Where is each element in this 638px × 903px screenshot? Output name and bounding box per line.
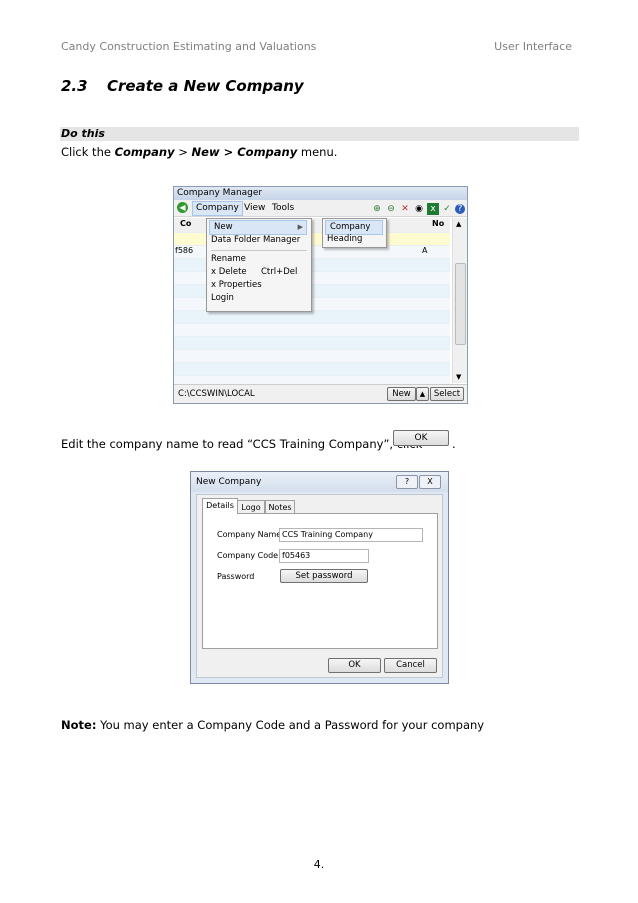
running-header-section: User Interface — [494, 40, 572, 53]
do-this-bar: Do this — [60, 127, 579, 141]
details-pane: Company Name CCS Training Company Compan… — [202, 513, 438, 649]
excel-icon[interactable]: x — [427, 203, 439, 215]
submenu-item-heading[interactable]: Heading — [323, 233, 362, 246]
menu-item-new-label: New — [214, 222, 233, 232]
section-number: 2.3 — [61, 77, 88, 95]
up-arrow-icon[interactable]: ▲ — [416, 387, 429, 401]
section-title: Create a New Company — [107, 77, 304, 95]
help-icon[interactable]: ? — [455, 204, 465, 214]
tab-details[interactable]: Details — [202, 498, 238, 514]
toolbar-icons: ⊕ ⊖ ✕ ◉ x ✓? — [369, 201, 465, 217]
table-row[interactable] — [174, 350, 450, 363]
company-code-input[interactable]: f05463 — [279, 549, 369, 563]
table-row[interactable] — [174, 337, 450, 350]
menu-tools[interactable]: Tools — [272, 200, 294, 216]
set-password-button[interactable]: Set password — [280, 569, 368, 583]
submenu-arrow-icon: ▶ — [297, 223, 303, 231]
select-button[interactable]: Select — [430, 387, 464, 401]
menu-item-rename[interactable]: Rename — [207, 253, 246, 266]
company-code-label: Company Code — [217, 551, 279, 560]
column-header-no[interactable]: No — [432, 219, 444, 228]
back-arrow-icon[interactable]: ◀ — [177, 202, 188, 213]
cancel-button[interactable]: Cancel — [384, 658, 437, 673]
password-label: Password — [217, 572, 255, 581]
zoom-in-icon[interactable]: ⊕ — [371, 203, 383, 215]
scrollbar-thumb[interactable] — [455, 263, 466, 345]
column-header-code[interactable]: Co — [180, 219, 191, 228]
scroll-down-icon[interactable]: ▼ — [456, 373, 461, 381]
instruction-1: Click the Company > New > Company menu. — [61, 145, 337, 159]
instruction-2: Edit the company name to read “CCS Train… — [61, 437, 422, 451]
instruction-1-text-c: menu. — [297, 145, 338, 159]
table-row[interactable] — [174, 324, 450, 337]
zoom-out-icon[interactable]: ⊖ — [385, 203, 397, 215]
menu-item-login[interactable]: Login — [207, 292, 234, 305]
running-header-title: Candy Construction Estimating and Valuat… — [61, 40, 317, 53]
section-heading: 2.3 Create a New Company — [61, 77, 304, 95]
tab-logo[interactable]: Logo — [237, 500, 265, 514]
menu-item-delete-label: x Delete — [211, 267, 247, 277]
instruction-2-text: Edit the company name to read “CCS Train… — [61, 437, 423, 451]
company-menu: New ▶ Data Folder Manager Rename x Delet… — [206, 218, 312, 312]
checkmark-icon[interactable]: ✓ — [441, 203, 453, 215]
page-number: 4. — [313, 858, 325, 871]
row-no-cell: A — [422, 246, 428, 255]
instruction-1-bold-a: Company — [114, 145, 175, 159]
window-title: Company Manager — [174, 187, 467, 200]
vertical-scrollbar[interactable]: ▲ ▼ — [452, 218, 467, 383]
note-text: You may enter a Company Code and a Passw… — [96, 718, 485, 732]
delete-icon[interactable]: ✕ — [399, 203, 411, 215]
menu-item-data-folder-manager[interactable]: Data Folder Manager — [207, 234, 300, 247]
menu-item-properties[interactable]: x Properties — [207, 279, 262, 292]
instruction-2-end: . — [452, 437, 456, 451]
note: Note: You may enter a Company Code and a… — [61, 718, 484, 732]
delete-shortcut: Ctrl+Del — [261, 267, 298, 277]
new-submenu: Company Heading — [322, 218, 387, 248]
instruction-1-text-b: > — [174, 145, 192, 159]
row-code-cell: f586 — [175, 246, 194, 255]
menu-company[interactable]: Company — [192, 201, 243, 216]
tab-notes[interactable]: Notes — [265, 500, 295, 514]
ok-button-image: OK — [393, 430, 449, 446]
binoculars-icon[interactable]: ◉ — [413, 203, 425, 215]
dialog-title: New Company ? X — [191, 472, 448, 492]
menu-view[interactable]: View — [244, 200, 265, 216]
folder-path: C:\CCSWIN\LOCAL — [178, 389, 255, 399]
menu-bar: ◀ Company View Tools ⊕ ⊖ ✕ ◉ x ✓? — [174, 200, 467, 217]
note-label: Note: — [61, 718, 97, 732]
company-name-label: Company Name — [217, 530, 282, 539]
new-company-dialog: New Company ? X Details Logo Notes Compa… — [190, 471, 449, 684]
new-button[interactable]: New — [387, 387, 416, 401]
ok-button[interactable]: OK — [328, 658, 381, 673]
company-manager-window: Company Manager ◀ Company View Tools ⊕ ⊖ ✕… — [173, 186, 468, 404]
status-bar: C:\CCSWIN\LOCAL New ▲ Select — [174, 384, 467, 403]
company-name-input[interactable]: CCS Training Company — [279, 528, 423, 542]
help-button[interactable]: ? — [396, 475, 418, 489]
table-row[interactable] — [174, 363, 450, 376]
instruction-1-text-a: Click the — [61, 145, 115, 159]
menu-item-delete[interactable]: x Delete Ctrl+Del — [207, 266, 311, 279]
menu-item-new[interactable]: New ▶ — [209, 220, 307, 235]
dialog-title-text: New Company — [196, 477, 262, 487]
dialog-body: Details Logo Notes Company Name CCS Trai… — [196, 494, 443, 678]
table-row[interactable] — [174, 311, 450, 324]
menu-separator — [211, 250, 307, 251]
instruction-1-bold-b: New > Company — [191, 145, 298, 159]
close-button[interactable]: X — [419, 475, 441, 489]
scroll-up-icon[interactable]: ▲ — [456, 220, 461, 228]
